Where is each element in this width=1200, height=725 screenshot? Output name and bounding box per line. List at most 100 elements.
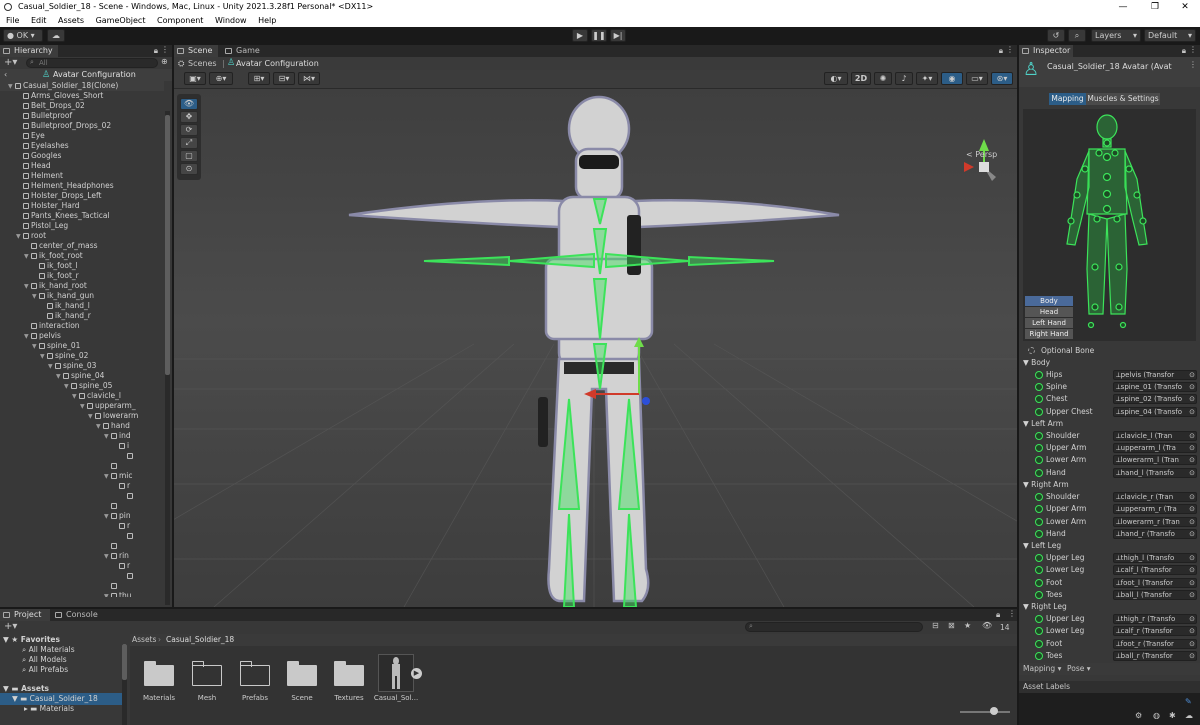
folder-scene[interactable] xyxy=(287,660,317,686)
bone-transform-field[interactable]: ⟂upperarm_r (Tra ⊙ xyxy=(1113,504,1197,515)
bone-group-header[interactable]: ▼ Left Arm xyxy=(1019,418,1200,430)
hierarchy-item[interactable]: ik_hand_l xyxy=(0,301,164,311)
object-picker-icon[interactable]: ⊙ xyxy=(1189,554,1195,562)
hierarchy-scroll-thumb[interactable] xyxy=(165,115,170,375)
lighting-icon[interactable]: ✺ xyxy=(874,72,892,85)
expand-arrow-icon[interactable]: ▼ xyxy=(104,592,111,597)
bone-transform-field[interactable]: ⟂spine_04 (Transfo ⊙ xyxy=(1113,406,1197,417)
object-picker-icon[interactable]: ⊙ xyxy=(1189,408,1195,416)
bone-transform-field[interactable]: ⟂lowerarm_r (Tran ⊙ xyxy=(1113,516,1197,527)
hierarchy-item[interactable]: Holster_Drops_Left xyxy=(0,191,164,201)
hierarchy-item[interactable]: r xyxy=(0,561,164,571)
effects-icon[interactable]: ✦▾ xyxy=(916,72,938,85)
object-picker-icon[interactable]: ⊙ xyxy=(1189,432,1195,440)
hierarchy-item[interactable]: ▼ rin xyxy=(0,551,164,561)
search-icon[interactable]: ⌕ xyxy=(1068,29,1086,42)
bone-transform-field[interactable]: ⟂thigh_l (Transfo ⊙ xyxy=(1113,552,1197,563)
body-part-body[interactable]: Body xyxy=(1025,296,1073,306)
object-picker-icon[interactable]: ⊙ xyxy=(1189,383,1195,391)
expand-arrow-icon[interactable]: ▼ xyxy=(104,472,111,481)
expand-arrow-icon[interactable]: ▼ xyxy=(8,82,15,91)
expand-arrow-icon[interactable]: ▼ xyxy=(48,362,55,371)
pause-button[interactable]: ❚❚ xyxy=(591,29,607,42)
folder-materials[interactable] xyxy=(144,660,174,686)
gizmos-icon[interactable]: ⊛▾ xyxy=(991,72,1013,85)
expand-arrow-icon[interactable]: ▼ xyxy=(80,402,87,411)
hierarchy-item[interactable] xyxy=(0,451,164,461)
bone-transform-field[interactable]: ⟂spine_01 (Transfo ⊙ xyxy=(1113,381,1197,392)
expand-model-icon[interactable]: ▶ xyxy=(411,668,422,679)
account-dropdown[interactable]: ● OK ▾ xyxy=(3,29,43,42)
bug-icon[interactable]: ✱ xyxy=(1169,711,1176,720)
hidden-packages-icon[interactable]: 👁︎ xyxy=(982,621,992,630)
audio-icon[interactable]: ♪ xyxy=(895,72,913,85)
step-button[interactable]: ▶| xyxy=(610,29,626,42)
hierarchy-item[interactable]: ik_hand_r xyxy=(0,311,164,321)
hierarchy-item[interactable]: interaction xyxy=(0,321,164,331)
snap-icon[interactable]: ⊟▾ xyxy=(273,72,295,85)
folder-mesh[interactable] xyxy=(192,660,222,686)
asset-store-icon[interactable]: ✎ xyxy=(1185,697,1192,706)
rotate-tool-icon[interactable]: ⟳ xyxy=(180,124,198,136)
filter-type-icon[interactable]: ⊟ xyxy=(932,621,939,630)
hierarchy-item[interactable]: Arms_Gloves_Short xyxy=(0,91,164,101)
tool-handle-icon[interactable]: ▣▾ xyxy=(184,72,206,85)
move-tool-icon[interactable]: ✥ xyxy=(180,111,198,123)
hierarchy-item[interactable]: Head xyxy=(0,161,164,171)
hierarchy-item[interactable]: ▼ thu xyxy=(0,591,164,597)
more-icon[interactable]: ⋮ xyxy=(161,45,169,54)
folder-prefabs[interactable] xyxy=(240,660,270,686)
bone-group-header[interactable]: ▼ Right Leg xyxy=(1019,601,1200,613)
hierarchy-item[interactable] xyxy=(0,581,164,591)
object-picker-icon[interactable]: ⊙ xyxy=(1189,627,1195,635)
bone-transform-field[interactable]: ⟂ball_l (Transfor ⊙ xyxy=(1113,590,1197,600)
hierarchy-scrollbar[interactable] xyxy=(165,111,170,605)
scene-lock-icon[interactable]: 🔒︎ xyxy=(999,46,1003,56)
hierarchy-item[interactable]: ▼ pelvis xyxy=(0,331,164,341)
object-picker-icon[interactable]: ⊙ xyxy=(1189,640,1195,648)
view-tool-icon[interactable]: 👁︎ xyxy=(180,98,198,110)
expand-arrow-icon[interactable]: ▼ xyxy=(64,382,71,391)
hierarchy-item[interactable]: center_of_mass xyxy=(0,241,164,251)
hierarchy-item[interactable]: i xyxy=(0,441,164,451)
hierarchy-item[interactable]: Bulletproof_Drops_02 xyxy=(0,121,164,131)
object-picker-icon[interactable]: ⊙ xyxy=(1189,591,1195,599)
object-picker-icon[interactable]: ⊙ xyxy=(1189,395,1195,403)
bone-transform-field[interactable]: ⟂ball_r (Transfor ⊙ xyxy=(1113,651,1197,662)
slider-thumb[interactable] xyxy=(990,707,998,715)
object-picker-icon[interactable]: ⊙ xyxy=(1189,371,1195,379)
hierarchy-item[interactable]: ▼ spine_03 xyxy=(0,361,164,371)
minimize-icon[interactable]: — xyxy=(1108,0,1138,14)
bone-transform-field[interactable]: ⟂spine_02 (Transfo ⊙ xyxy=(1113,394,1197,405)
project-lock-icon[interactable]: 🔒︎ xyxy=(996,610,1000,620)
hierarchy-item[interactable] xyxy=(0,491,164,501)
object-picker-icon[interactable]: ⊙ xyxy=(1189,566,1195,574)
expand-arrow-icon[interactable]: ▼ xyxy=(56,372,63,381)
visibility-icon[interactable]: ◉ xyxy=(941,72,963,85)
tab-scene[interactable]: Scene xyxy=(174,45,218,57)
object-picker-icon[interactable]: ⊙ xyxy=(1189,469,1195,477)
hierarchy-item[interactable]: Bulletproof xyxy=(0,111,164,121)
hierarchy-item[interactable]: Pistol_Leg xyxy=(0,221,164,231)
hierarchy-item[interactable]: Belt_Drops_02 xyxy=(0,101,164,111)
notification-icon[interactable]: ⚙ xyxy=(1135,711,1142,720)
menu-help[interactable]: Help xyxy=(258,16,276,25)
thumbnail-size-slider[interactable] xyxy=(960,707,1010,715)
hierarchy-item[interactable] xyxy=(0,501,164,511)
hierarchy-item[interactable]: Helment_Headphones xyxy=(0,181,164,191)
inspector-settings-icon[interactable]: ⋮ xyxy=(1189,60,1197,69)
hierarchy-item[interactable]: r xyxy=(0,481,164,491)
tab-game[interactable]: Game xyxy=(222,45,266,57)
expand-arrow-icon[interactable]: ▼ xyxy=(72,392,79,401)
filter-label-icon[interactable]: ⊠ xyxy=(948,621,955,630)
expand-arrow-icon[interactable]: ▼ xyxy=(96,422,103,431)
tab-hierarchy[interactable]: Hierarchy xyxy=(0,45,58,57)
layout-dropdown[interactable]: Default ▾ xyxy=(1144,29,1196,42)
menu-edit[interactable]: Edit xyxy=(31,16,47,25)
hierarchy-item[interactable]: ▼ mic xyxy=(0,471,164,481)
breadcrumb-scenes[interactable]: Scenes xyxy=(188,57,217,70)
play-button[interactable]: ▶ xyxy=(572,29,588,42)
project-add-icon[interactable]: +▾ xyxy=(4,621,17,633)
layers-dropdown[interactable]: Layers ▾ xyxy=(1091,29,1141,42)
hierarchy-item[interactable]: ▼ root xyxy=(0,231,164,241)
